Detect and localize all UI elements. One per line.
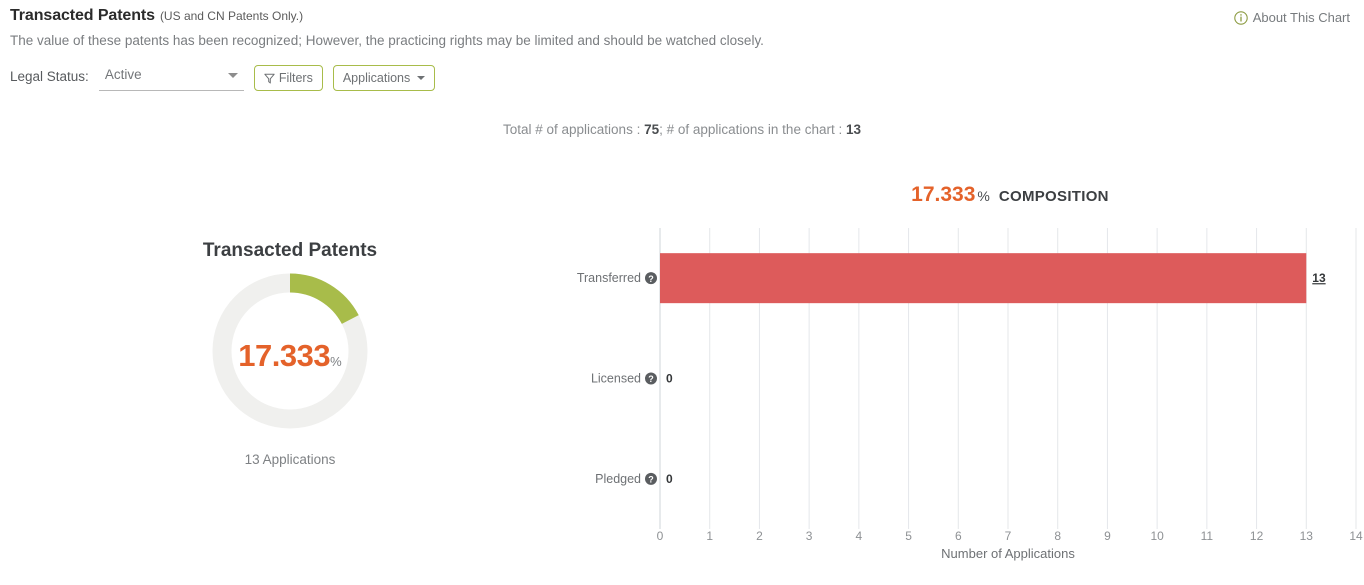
svg-text:?: ? [648, 274, 654, 284]
chart-bar-value-label: 0 [666, 472, 673, 486]
help-circle-icon[interactable]: ? [645, 272, 657, 285]
chart-x-tick-label: 5 [905, 529, 912, 543]
chart-x-tick-label: 2 [756, 529, 763, 543]
chart-bar-value-label: 0 [666, 372, 673, 386]
chart-x-tick-label: 7 [1005, 529, 1012, 543]
chart-category-labels: Transferred ? Licensed ? Pledged? [577, 271, 657, 486]
chart-x-tick-label: 0 [657, 529, 664, 543]
bar-chart-svg: 1300 Transferred ?Licensed ?Pledged? 01234… [577, 228, 1363, 561]
chart-x-tick-label: 1 [706, 529, 713, 543]
chart-x-tick-label: 9 [1104, 529, 1111, 543]
chart-bar-value-link[interactable]: 13 [1312, 271, 1326, 285]
help-circle-icon[interactable]: ? [645, 372, 657, 385]
chart-x-tick-label: 10 [1150, 529, 1164, 543]
chart-x-tick-label: 13 [1300, 529, 1314, 543]
svg-text:?: ? [648, 374, 654, 384]
chart-category-label: Licensed [591, 372, 641, 386]
chart-x-tick-label: 4 [856, 529, 863, 543]
chart-x-tick-label: 3 [806, 529, 813, 543]
chart-x-tick-labels: 0 1 2 3 4 5 6 7 8 9 10 11 12 13 14 [657, 529, 1363, 543]
chart-x-tick-label: 14 [1349, 529, 1363, 543]
bar-chart: 13 0 0 Transferred? Licensed? Pledged? 01234… [0, 0, 1364, 580]
chart-x-tick-label: 8 [1054, 529, 1061, 543]
chart-x-tick-label: 11 [1201, 529, 1214, 543]
chart-x-axis-title: Number of Applications [941, 546, 1075, 561]
svg-text:?: ? [648, 474, 654, 484]
chart-x-tick-label: 6 [955, 529, 962, 543]
help-circle-icon[interactable]: ? [645, 472, 657, 485]
chart-category-label: Transferred [577, 271, 641, 285]
chart-x-tick-label: 12 [1250, 529, 1264, 543]
chart-category-label: Pledged [595, 472, 641, 486]
chart-bar[interactable] [660, 253, 1307, 304]
